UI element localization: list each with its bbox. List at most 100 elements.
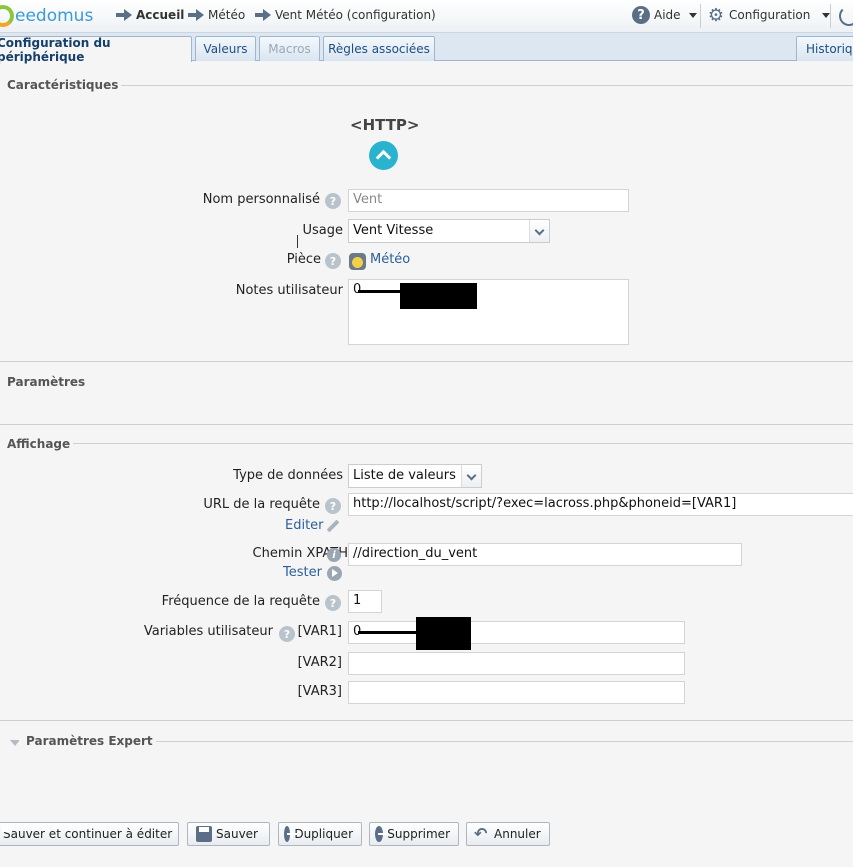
- logo-text[interactable]: eedomus: [15, 6, 93, 26]
- custom-name-label: Nom personnalisé: [202, 192, 320, 207]
- text-cursor-icon: [297, 235, 298, 248]
- tab-label: Macros: [268, 42, 311, 56]
- help-icon[interactable]: ?: [325, 595, 341, 611]
- divider: [830, 4, 831, 28]
- redacted-area: [358, 290, 402, 293]
- configuration-label: Configuration: [729, 8, 811, 22]
- help-icon[interactable]: ?: [325, 498, 341, 514]
- floppy-disk-icon: [196, 826, 212, 842]
- request-frequency-input[interactable]: 1: [348, 590, 382, 613]
- duplicate-label: Dupliquer: [294, 827, 353, 841]
- redacted-area: [400, 283, 477, 309]
- help-label: Aide: [654, 8, 681, 22]
- redacted-area: [358, 631, 418, 634]
- arrow-right-icon: [116, 9, 132, 21]
- room-label: Pièce: [286, 252, 321, 267]
- usage-select[interactable]: Vent Vitesse: [348, 219, 550, 243]
- caret-down-icon: [688, 12, 697, 18]
- custom-name-input[interactable]: Vent: [348, 189, 629, 212]
- play-icon[interactable]: [327, 566, 342, 581]
- tab-device-configuration[interactable]: Configuration du périphérique: [0, 35, 192, 64]
- gear-icon: ⚙: [707, 4, 725, 26]
- usage-label: Usage: [302, 223, 343, 238]
- arrow-right-icon: [255, 9, 271, 21]
- plus-circle-icon: [284, 826, 298, 842]
- tab-label: Règles associées: [328, 42, 430, 56]
- tab-label: Configuration du périphérique: [0, 35, 111, 64]
- section-divider: [145, 741, 853, 742]
- xpath-input[interactable]: //direction_du_vent: [348, 543, 742, 566]
- minus-circle-icon: [375, 826, 389, 842]
- section-display-title: Affichage: [0, 437, 74, 451]
- edit-url-link[interactable]: Editer: [285, 518, 324, 533]
- tab-associated-rules[interactable]: Règles associées: [323, 36, 435, 61]
- breadcrumb-meteo-label: Météo: [208, 8, 246, 22]
- save-and-continue-button[interactable]: Sauver et continuer à éditer: [0, 822, 179, 846]
- breadcrumb-meteo[interactable]: Météo: [184, 8, 245, 22]
- cancel-button[interactable]: ↶ Annuler: [466, 822, 550, 846]
- help-icon[interactable]: ?: [325, 253, 341, 269]
- breadcrumb-current: Vent Météo (configuration): [251, 8, 436, 22]
- breadcrumb-home[interactable]: Accueil: [112, 8, 184, 22]
- breadcrumb-current-label: Vent Météo (configuration): [275, 8, 436, 22]
- tab-bar: Configuration du périphérique Valeurs Ma…: [0, 33, 853, 64]
- eedomus-logo-icon[interactable]: [0, 5, 14, 27]
- configuration-menu[interactable]: ⚙ Configuration: [707, 4, 831, 26]
- divider: [700, 4, 701, 28]
- data-type-value: Liste de valeurs: [353, 468, 456, 483]
- var1-label: [VAR1]: [297, 624, 342, 639]
- usage-value: Vent Vitesse: [353, 223, 434, 238]
- section-divider: [0, 85, 853, 86]
- duplicate-button[interactable]: Dupliquer: [278, 822, 362, 846]
- delete-label: Supprimer: [387, 827, 450, 841]
- chevron-up-icon[interactable]: [369, 141, 398, 170]
- section-characteristics-title: Caractéristiques: [0, 78, 122, 92]
- var3-input[interactable]: [348, 681, 685, 704]
- tab-label: Valeurs: [203, 42, 248, 56]
- section-divider: [0, 720, 853, 721]
- chevron-down-icon: [529, 220, 549, 242]
- undo-icon: ↶: [474, 824, 488, 843]
- help-icon: ?: [632, 6, 650, 24]
- delete-button[interactable]: Supprimer: [369, 822, 459, 846]
- device-type-label: <HTTP>: [350, 116, 420, 134]
- tab-macros: Macros: [259, 36, 320, 61]
- power-icon[interactable]: [839, 6, 853, 26]
- user-variables-label: Variables utilisateur: [143, 624, 273, 639]
- data-type-select[interactable]: Liste de valeurs: [348, 464, 482, 488]
- room-link[interactable]: Météo: [370, 252, 410, 267]
- tab-history[interactable]: Historique: [796, 36, 853, 61]
- section-divider: [0, 361, 853, 362]
- var2-label: [VAR2]: [297, 655, 342, 670]
- pencil-icon[interactable]: [326, 519, 340, 533]
- user-notes-textarea[interactable]: 0: [348, 279, 629, 345]
- breadcrumb-home-label: Accueil: [136, 8, 185, 22]
- arrow-right-icon: [188, 9, 204, 21]
- var2-input[interactable]: [348, 652, 685, 675]
- data-type-label: Type de données: [233, 468, 343, 483]
- save-and-continue-label: Sauver et continuer à éditer: [3, 827, 173, 841]
- section-expert-title[interactable]: Paramètres Expert: [19, 734, 156, 748]
- section-parameters-title: Paramètres: [0, 375, 89, 389]
- var3-label: [VAR3]: [297, 684, 342, 699]
- tab-values[interactable]: Valeurs: [195, 36, 256, 61]
- section-divider: [70, 443, 853, 444]
- help-icon[interactable]: ?: [325, 193, 341, 209]
- request-url-input[interactable]: http://localhost/script/?exec=lacross.ph…: [348, 493, 853, 516]
- weather-icon: [349, 253, 366, 270]
- top-bar: eedomus Accueil Météo Vent Météo (config…: [0, 0, 853, 33]
- user-notes-label: Notes utilisateur: [235, 283, 343, 298]
- help-icon[interactable]: ?: [279, 626, 295, 642]
- request-frequency-label: Fréquence de la requête: [161, 594, 320, 609]
- section-divider: [0, 424, 853, 425]
- chevron-down-icon: [461, 465, 481, 487]
- redacted-area: [416, 617, 471, 650]
- request-url-label: URL de la requête: [203, 497, 320, 512]
- help-menu[interactable]: ? Aide: [632, 6, 697, 24]
- save-button[interactable]: Sauver: [187, 822, 270, 846]
- save-label: Sauver: [216, 827, 258, 841]
- info-icon[interactable]: i: [327, 548, 341, 562]
- test-xpath-link[interactable]: Tester: [283, 565, 322, 580]
- tab-label: Historique: [806, 42, 853, 56]
- cancel-label: Annuler: [494, 827, 541, 841]
